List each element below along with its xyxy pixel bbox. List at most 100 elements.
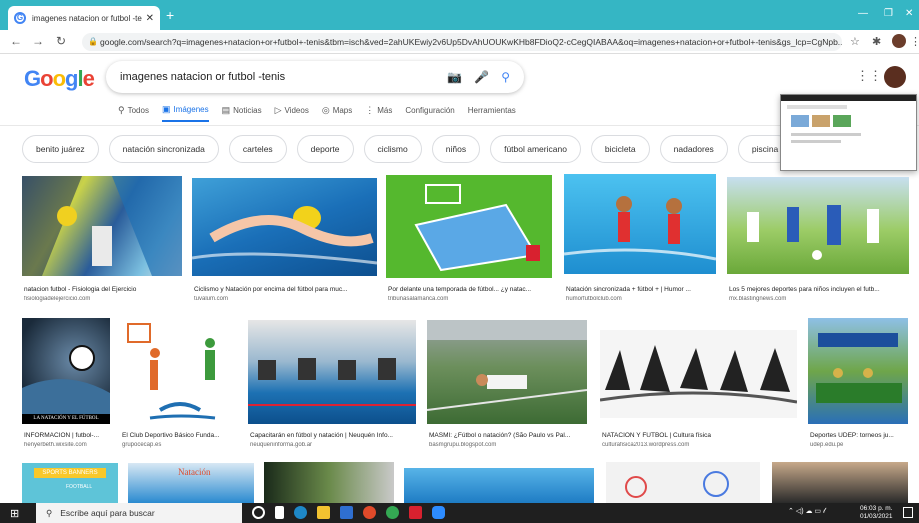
chip[interactable]: bicicleta [590, 135, 650, 163]
close-tab-icon[interactable]: ✕ [146, 13, 154, 24]
result-image[interactable] [192, 178, 377, 276]
acrobat-icon[interactable] [409, 506, 422, 519]
tab-configuracion[interactable]: Configuración [405, 104, 454, 122]
menu-dots-icon[interactable]: ⋮ [910, 35, 919, 48]
tab-herramientas[interactable]: Herramientas [468, 104, 516, 122]
window-preview-thumbnail[interactable] [780, 94, 917, 171]
search-icon[interactable]: ⚲ [501, 70, 510, 84]
chip[interactable]: niños [431, 135, 481, 163]
result-caption[interactable]: Deportes UDEP: torneos ju... [810, 432, 910, 439]
extensions-icon[interactable]: ✱ [872, 35, 881, 48]
star-icon[interactable]: ☆ [850, 35, 860, 48]
system-tray[interactable]: ⌃ ◁) ☁ ▭ 𝓁 [788, 507, 825, 516]
football-label: FOOTBALL [66, 484, 93, 490]
search-box[interactable]: imagenes natacion or futbol -tenis 📷 🎤 ⚲ [106, 61, 524, 93]
result-source: henyerbeth.wixsite.com [24, 442, 87, 448]
result-caption[interactable]: El Club Deportivo Básico Funda... [122, 432, 240, 439]
result-image[interactable] [772, 462, 908, 503]
app-icon[interactable] [363, 506, 376, 519]
task-view-icon[interactable] [275, 506, 284, 519]
search-input[interactable]: imagenes natacion or futbol -tenis [120, 71, 435, 83]
natacion-label: Natación [178, 467, 211, 477]
tab-noticias[interactable]: ▤ Noticias [222, 104, 262, 122]
play-icon: ▷ [274, 105, 282, 115]
tab-mas[interactable]: ⋮ Más [365, 104, 392, 122]
edge-icon[interactable] [294, 506, 307, 519]
result-image[interactable] [727, 177, 909, 274]
image-icon: ▣ [161, 104, 171, 114]
windows-start-icon[interactable]: ⊞ [10, 507, 19, 520]
result-source: basmgrupu.blogspot.com [429, 442, 497, 448]
tab-maps[interactable]: ◎ Maps [322, 104, 352, 122]
word-icon[interactable] [340, 506, 353, 519]
chrome-icon[interactable] [386, 506, 399, 519]
clock-date: 01/03/2021 [860, 513, 893, 520]
clock[interactable]: 06:03 p. m. 01/03/2021 [860, 505, 893, 521]
url-field[interactable]: 🔒 google.com/search?q=imagenes+natacion+… [82, 33, 842, 51]
cortana-icon[interactable] [252, 506, 265, 519]
new-tab-icon[interactable]: + [166, 7, 174, 23]
notification-icon[interactable] [903, 507, 913, 518]
result-caption[interactable]: Los 5 mejores deportes para niños incluy… [729, 286, 909, 293]
chip[interactable]: ciclismo [363, 135, 422, 163]
result-source: grupocecap.es [122, 442, 162, 448]
result-image[interactable]: Natación [128, 463, 254, 503]
result-source: tribunasalamanca.com [388, 296, 449, 302]
pin-icon: ◎ [321, 105, 330, 115]
result-image[interactable] [600, 330, 797, 418]
result-image[interactable]: LA NATACIÓN Y EL FÚTBOL [22, 318, 110, 424]
chip[interactable]: nadadores [659, 135, 728, 163]
chip[interactable]: carteles [228, 135, 287, 163]
tab-todos[interactable]: ⚲ Todos [118, 104, 149, 122]
image-overlay-text: LA NATACIÓN Y EL FÚTBOL [22, 414, 110, 424]
profile-avatar[interactable] [884, 66, 906, 88]
result-image[interactable] [404, 468, 594, 503]
search-tabs: ⚲ Todos ▣ Imágenes ▤ Noticias ▷ Videos ◎ Maps… [118, 104, 516, 122]
chip[interactable]: natación sincronizada [108, 135, 219, 163]
result-caption[interactable]: INFORMACIÓN | futbol-... [24, 432, 112, 439]
result-source: neuqueninforma.gob.ar [250, 442, 313, 448]
chip[interactable]: fútbol americano [490, 135, 581, 163]
google-logo[interactable]: Google [24, 66, 95, 92]
profile-avatar-small[interactable] [892, 34, 906, 48]
result-image[interactable] [427, 320, 587, 424]
maximize-icon[interactable]: ❐ [884, 8, 893, 19]
reload-icon[interactable]: ↻ [56, 34, 66, 48]
minimize-icon[interactable]: — [858, 8, 868, 19]
result-caption[interactable]: Capacitarán en fútbol y natación | Neuqu… [250, 432, 418, 439]
chip[interactable]: deporte [296, 135, 354, 163]
result-image[interactable] [564, 174, 716, 274]
result-image[interactable]: SPORTS BANNERS FOOTBALL [22, 463, 118, 503]
result-image[interactable] [120, 318, 238, 424]
close-window-icon[interactable]: ✕ [905, 8, 913, 19]
result-source: humorfutbolclub.com [566, 296, 622, 302]
result-image[interactable] [606, 462, 760, 503]
microphone-icon[interactable]: 🎤 [474, 70, 489, 84]
chip[interactable]: benito juárez [22, 135, 99, 163]
result-image[interactable] [248, 320, 416, 424]
zoom-icon[interactable] [432, 506, 445, 519]
result-caption[interactable]: natacion futbol - Fisiologia del Ejercic… [24, 286, 184, 293]
browser-tab[interactable]: G imagenes natacion or futbol -teni ✕ [8, 6, 160, 30]
tab-imagenes[interactable]: ▣ Imágenes [161, 104, 209, 122]
file-explorer-icon[interactable] [317, 506, 330, 519]
tab-videos[interactable]: ▷ Videos [275, 104, 309, 122]
result-image[interactable] [22, 176, 182, 276]
result-source: tuvalum.com [194, 296, 229, 302]
result-source: mx.blastingnews.com [729, 296, 787, 302]
back-icon[interactable]: ← [10, 34, 22, 48]
result-caption[interactable]: MASMI: ¿Fútbol o natación? (São Paulo vs… [429, 432, 589, 439]
forward-icon[interactable]: → [32, 34, 44, 48]
result-image[interactable] [264, 462, 394, 503]
result-image[interactable] [808, 318, 908, 424]
result-caption[interactable]: Natación sincronizada + fútbol + | Humor… [566, 286, 716, 293]
url-text: google.com/search?q=imagenes+natacion+or… [100, 37, 842, 47]
result-caption[interactable]: Por delante una temporada de fútbol... ¿… [388, 286, 553, 293]
clock-time: 06:03 p. m. [860, 505, 893, 512]
result-caption[interactable]: NATACION Y FUTBOL | Cultura física [602, 432, 797, 439]
camera-icon[interactable]: 📷 [447, 70, 462, 84]
search-icon: ⚲ [118, 105, 125, 115]
result-image[interactable] [386, 175, 552, 278]
result-caption[interactable]: Ciclismo y Natación por encima del fútbo… [194, 286, 374, 293]
taskbar-search[interactable]: ⚲ Escribe aquí para buscar [36, 503, 242, 523]
